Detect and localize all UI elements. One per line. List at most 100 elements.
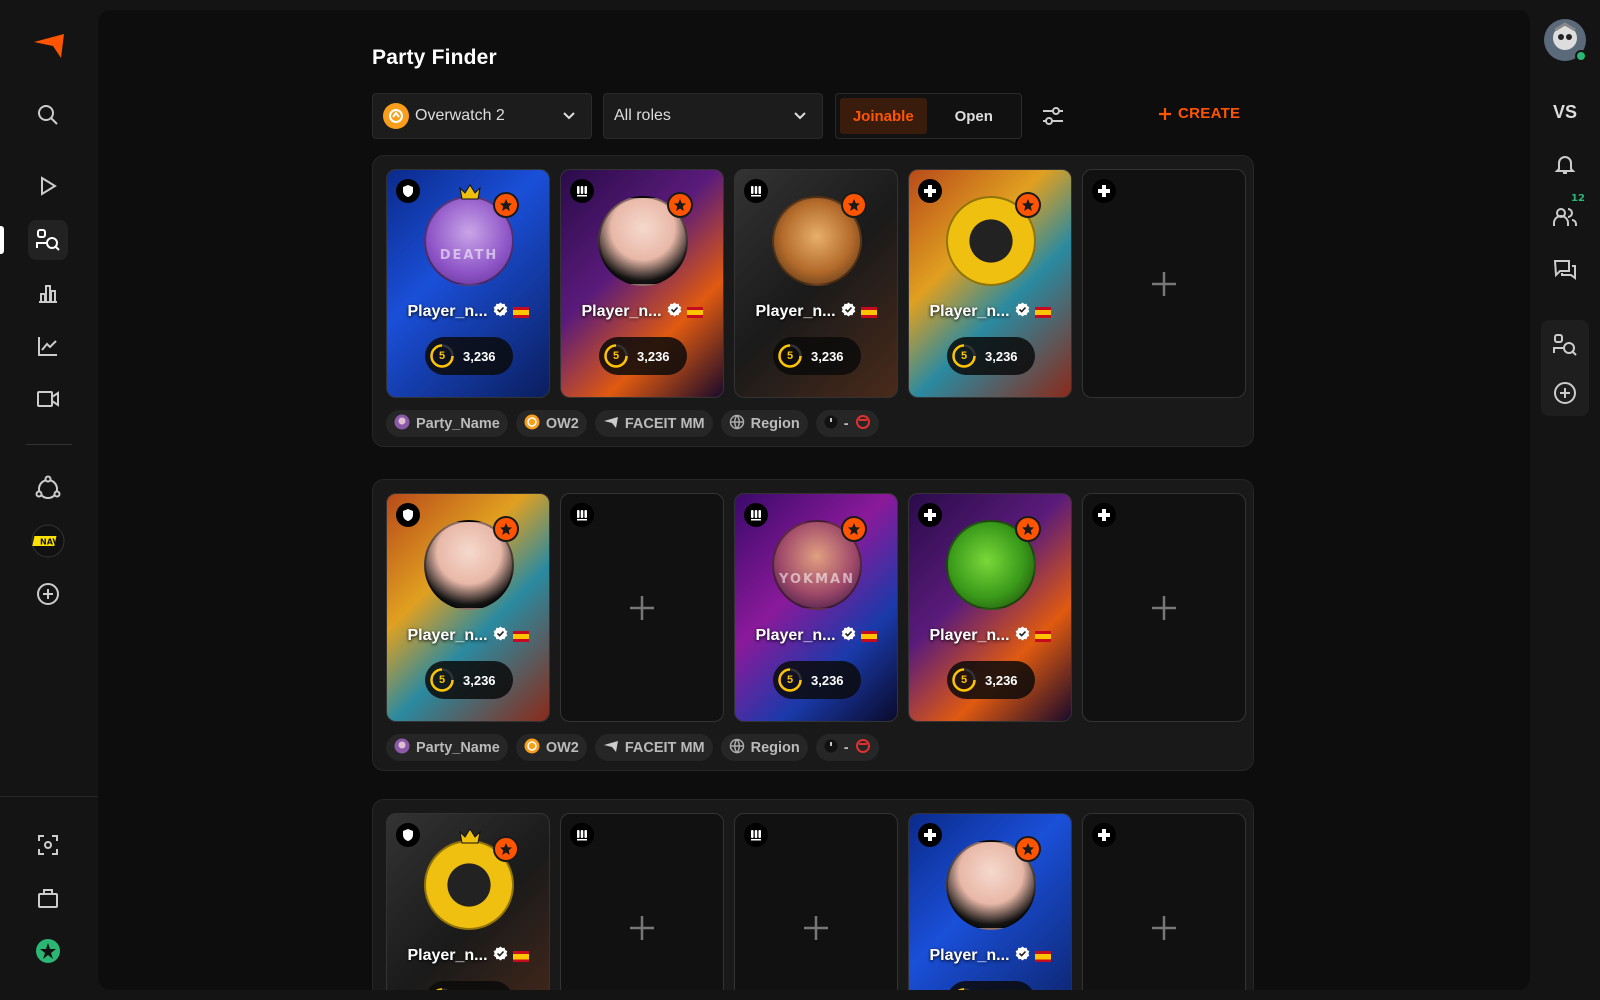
faceit-logo-icon[interactable] bbox=[28, 25, 68, 65]
filter-settings-icon[interactable] bbox=[1042, 106, 1064, 126]
mode-icon bbox=[603, 415, 619, 433]
tank-role-icon bbox=[396, 179, 420, 203]
community-icon[interactable] bbox=[28, 468, 68, 508]
faceit-plus-icon[interactable] bbox=[28, 931, 68, 971]
spain-flag-icon bbox=[686, 306, 703, 318]
player-card[interactable]: Player_n... 5 3,236 bbox=[734, 169, 898, 398]
player-card[interactable]: DEATH Player_n... 5 3,236 bbox=[386, 169, 550, 398]
chat-icon[interactable] bbox=[1545, 250, 1585, 290]
game-icon bbox=[524, 738, 540, 758]
verified-icon bbox=[1015, 626, 1030, 646]
chevron-down-icon bbox=[794, 112, 806, 120]
faceit-level-icon bbox=[667, 192, 693, 218]
player-card[interactable]: Player_n...53,236 bbox=[560, 169, 724, 398]
open-tab[interactable]: Open bbox=[931, 98, 1018, 134]
player-name: Player_n... bbox=[755, 303, 836, 320]
verified-icon bbox=[493, 302, 508, 322]
empty-slot[interactable] bbox=[560, 493, 724, 722]
spain-flag-icon bbox=[1034, 630, 1051, 642]
skill-level-ring: 5 bbox=[777, 667, 803, 693]
elo-value: 3,236 bbox=[811, 348, 844, 364]
spain-flag-icon bbox=[860, 630, 877, 642]
play-icon[interactable] bbox=[28, 166, 68, 206]
navi-team-icon[interactable]: NAVI bbox=[28, 521, 68, 561]
create-party-button[interactable]: CREATE bbox=[1158, 105, 1240, 122]
anticheat-icon[interactable] bbox=[28, 825, 68, 865]
joinable-tab[interactable]: Joinable bbox=[840, 98, 927, 134]
empty-slot[interactable] bbox=[1082, 493, 1246, 722]
faceit-level-icon bbox=[493, 192, 519, 218]
skill-level-ring: 5 bbox=[777, 343, 803, 369]
empty-slot[interactable] bbox=[734, 813, 898, 990]
faceit-level-icon bbox=[493, 836, 519, 862]
add-player-icon bbox=[1146, 266, 1182, 302]
blocked-icon bbox=[855, 738, 871, 758]
elo-badge: 53,236 bbox=[599, 337, 687, 375]
player-card[interactable]: Player_n...53,236 bbox=[908, 813, 1072, 990]
shop-icon[interactable] bbox=[28, 878, 68, 918]
elo-badge: 53,236 bbox=[425, 981, 513, 990]
main-panel: Party Finder Overwatch 2 All roles Joina… bbox=[98, 10, 1530, 990]
damage-role-icon bbox=[570, 823, 594, 847]
video-icon[interactable] bbox=[28, 379, 68, 419]
add-player-icon bbox=[624, 590, 660, 626]
party-slots: Player_n... 5 3,236 YOKMAN Player_n... 5 3,236… bbox=[386, 493, 1246, 722]
app: NAVI Party Finder Overwatch 2 All roles bbox=[0, 0, 1600, 1000]
add-circle-icon[interactable] bbox=[1545, 373, 1585, 413]
support-role-icon bbox=[1092, 179, 1116, 203]
elo-badge: 53,236 bbox=[773, 661, 861, 699]
party-finder-shortcut-icon[interactable] bbox=[1545, 325, 1585, 365]
empty-slot[interactable] bbox=[560, 813, 724, 990]
skill-level: 5 bbox=[951, 987, 977, 990]
damage-role-icon bbox=[744, 823, 768, 847]
player-card[interactable]: Player_n...53,236 bbox=[908, 169, 1072, 398]
player-name-row: Player_n... bbox=[909, 626, 1071, 646]
game-icon bbox=[524, 414, 540, 434]
overwatch-icon bbox=[383, 103, 409, 129]
user-avatar[interactable] bbox=[1543, 18, 1587, 62]
faceit-level-icon bbox=[1015, 516, 1041, 542]
create-label: CREATE bbox=[1178, 105, 1241, 122]
player-name: Player_n... bbox=[407, 627, 488, 644]
notifications-bell-icon[interactable] bbox=[1545, 144, 1585, 184]
verified-icon bbox=[841, 302, 856, 322]
player-card[interactable]: Player_n...53,236 bbox=[908, 493, 1072, 722]
support-role-icon bbox=[1092, 823, 1116, 847]
player-card[interactable]: Player_n... 53,236 bbox=[386, 493, 550, 722]
elo-value: 3,236 bbox=[463, 348, 496, 364]
support-role-icon bbox=[1092, 503, 1116, 527]
party-finder-icon[interactable] bbox=[28, 220, 68, 260]
friends-icon[interactable]: 12 bbox=[1545, 193, 1585, 237]
player-card[interactable]: Player_n... 53,236 bbox=[386, 813, 550, 990]
empty-slot[interactable] bbox=[1082, 813, 1246, 990]
search-icon[interactable] bbox=[28, 95, 68, 135]
page-title: Party Finder bbox=[372, 46, 497, 69]
skill-level: 5 bbox=[438, 350, 446, 362]
add-player-icon bbox=[1146, 590, 1182, 626]
player-name-row: Player_n... bbox=[387, 302, 549, 322]
roles-select-value: All roles bbox=[614, 107, 671, 124]
skill-level: 5 bbox=[960, 674, 968, 686]
game-select[interactable]: Overwatch 2 bbox=[372, 93, 592, 139]
party-card: Player_n... 53,236 Player_n... 53,236 bbox=[372, 799, 1254, 990]
party-name-icon bbox=[394, 738, 410, 758]
leaderboard-icon[interactable] bbox=[28, 273, 68, 313]
stats-icon[interactable] bbox=[28, 326, 68, 366]
player-name-row: Player_n... bbox=[909, 946, 1071, 966]
player-name: Player_n... bbox=[407, 947, 488, 964]
versus-button[interactable]: VS bbox=[1545, 92, 1585, 132]
roles-select[interactable]: All roles bbox=[603, 93, 823, 139]
empty-slot[interactable] bbox=[1082, 169, 1246, 398]
player-name: Player_n... bbox=[407, 303, 488, 320]
skill-level: 5 bbox=[429, 987, 455, 990]
player-name-row: Player_n... bbox=[735, 626, 897, 646]
player-card[interactable]: YOKMAN Player_n... 5 3,236 bbox=[734, 493, 898, 722]
damage-role-icon bbox=[744, 179, 768, 203]
game-tag: OW2 bbox=[515, 734, 587, 761]
elo-badge: 53,236 bbox=[425, 661, 513, 699]
avatar-text: DEATH bbox=[439, 248, 499, 263]
party-tags: Party_Name OW2 FACEIT MM Region - bbox=[386, 410, 879, 437]
add-hub-icon[interactable] bbox=[28, 574, 68, 614]
active-indicator bbox=[0, 226, 4, 254]
skill-level-ring: 5 bbox=[951, 987, 977, 990]
